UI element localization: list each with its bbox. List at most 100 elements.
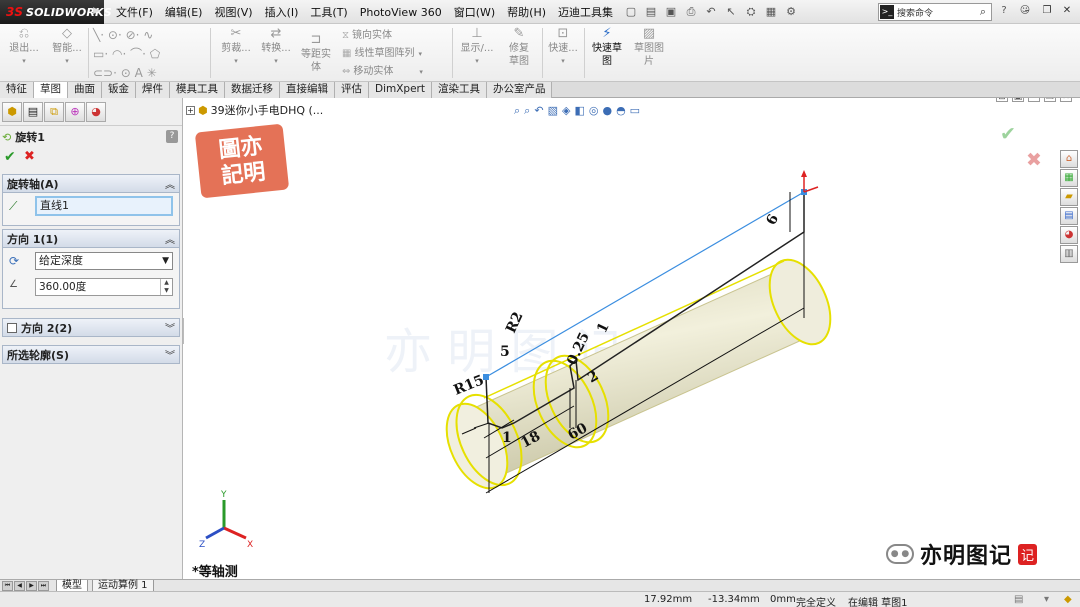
confirm-corner-cancel[interactable]: ✖ [1026, 149, 1042, 171]
display-manager-icon[interactable]: ◕ [86, 101, 106, 122]
graphics-area[interactable]: 亦 明 图 记 6 R2 1 5 0.25 R15 2 1 18 60 Y X … [184, 98, 1080, 579]
dim-5[interactable]: 5 [500, 344, 510, 360]
menu-file[interactable]: 文件(F) [110, 4, 159, 20]
menu-tools[interactable]: 工具(T) [304, 4, 353, 20]
menu-help[interactable]: 帮助(H) [501, 4, 552, 20]
options-icon[interactable]: ⚙ [782, 4, 800, 20]
dropdown-arrow-icon[interactable]: ▼ [162, 253, 169, 269]
next-tab-icon[interactable]: ▶ [26, 581, 37, 591]
tab-mold-tools[interactable]: 模具工具 [170, 82, 225, 98]
status-dropdown-icon[interactable]: ▾ [1044, 594, 1049, 605]
menu-window[interactable]: 窗口(W) [448, 4, 501, 20]
model-viewport[interactable]: 亦 明 图 记 6 R2 1 5 0.25 R15 2 1 18 60 Y X … [184, 98, 1080, 579]
menu-edit[interactable]: 编辑(E) [159, 4, 209, 20]
tab-weldments[interactable]: 焊件 [136, 82, 170, 98]
text-icon[interactable]: A [135, 66, 143, 80]
tab-direct-editing[interactable]: 直接编辑 [280, 82, 335, 98]
search-commands[interactable]: >_ 搜索命令 ⌕ [878, 3, 992, 21]
reverse-direction-icon[interactable]: ⟳ [9, 254, 19, 268]
undo-icon[interactable]: ↶ [702, 4, 720, 20]
property-manager-icon[interactable]: ▤ [23, 101, 43, 122]
previous-view-icon[interactable]: ↶ [534, 104, 543, 118]
offset-entities-button[interactable]: ⊐ 等距实体 [298, 32, 334, 74]
hide-show-icon[interactable]: ◎ [589, 104, 599, 118]
tab-data-migration[interactable]: 数据迁移 [225, 82, 280, 98]
tab-render-tools[interactable]: 渲染工具 [431, 82, 487, 98]
view-palette-icon[interactable]: ▤ [1060, 207, 1078, 225]
line-icon[interactable]: ╲ [93, 28, 100, 42]
fillet-icon[interactable]: ⌒ [130, 47, 142, 61]
first-tab-icon[interactable]: ⏮ [2, 581, 13, 591]
spinner-icon[interactable]: ▲ ▼ [160, 279, 172, 295]
rebuild-icon[interactable]: ⛭ [742, 4, 760, 20]
open-icon[interactable]: ▤ [642, 4, 660, 20]
slot-icon[interactable]: ⊂⊃ [93, 66, 113, 80]
minimize-icon[interactable]: – [1018, 3, 1036, 19]
menu-insert[interactable]: 插入(I) [259, 4, 305, 20]
collapse-icon[interactable]: ︽ [165, 176, 175, 191]
endpoint-marker[interactable] [483, 374, 489, 380]
tab-features[interactable]: 特征 [0, 82, 34, 98]
pm-ok-button[interactable]: ✔ [4, 149, 16, 165]
search-icon[interactable]: ⌕ [975, 5, 991, 19]
polygon-icon[interactable]: ⬠ [150, 47, 160, 61]
collapse-icon[interactable]: ︽ [165, 231, 175, 246]
dim-6[interactable]: 6 [763, 212, 782, 228]
view-settings-icon[interactable]: ▭ [630, 104, 640, 118]
file-props-icon[interactable]: ▦ [762, 4, 780, 20]
tab-surfaces[interactable]: 曲面 [68, 82, 102, 98]
solidworks-resources-icon[interactable]: ⌂ [1060, 150, 1078, 168]
menu-photoview[interactable]: PhotoView 360 [354, 6, 448, 19]
axis-field[interactable]: 直线1 [35, 196, 173, 216]
scene-icon[interactable]: ◓ [616, 104, 626, 118]
exit-sketch-button[interactable]: ⎌ 退出... ▾ [6, 26, 42, 68]
tab-dimxpert[interactable]: DimXpert [369, 82, 432, 98]
custom-properties-icon[interactable]: ▥ [1060, 245, 1078, 263]
menu-maidi[interactable]: 迈迪工具集 [552, 4, 619, 20]
print-icon[interactable]: ⎙ [682, 4, 700, 20]
design-library-icon[interactable]: ▦ [1060, 169, 1078, 187]
new-doc-icon[interactable]: ▢ [622, 4, 640, 20]
appearance-icon[interactable]: ● [602, 104, 612, 118]
dimxpert-manager-icon[interactable]: ⊕ [65, 101, 85, 122]
help-icon[interactable]: ? [995, 3, 1013, 19]
expand-tree-icon[interactable]: + [186, 105, 195, 115]
rapid-sketch-button[interactable]: ⚡ 快速草图 [588, 26, 626, 68]
file-explorer-icon[interactable]: ▰ [1060, 188, 1078, 206]
ellipse-icon[interactable]: ⊙ [121, 66, 131, 80]
repair-sketch-button[interactable]: ✎ 修复草图 [500, 26, 538, 68]
linear-pattern-button[interactable]: ▦ 线性草图阵列 ▾ [342, 44, 422, 59]
viewport-restore-icon[interactable]: ▣ [1012, 98, 1024, 102]
select-icon[interactable]: ↖ [722, 4, 740, 20]
angle-field[interactable]: 360.00度 ▲ ▼ [35, 278, 173, 296]
tab-sheet-metal[interactable]: 钣金 [102, 82, 136, 98]
status-units-icon[interactable]: ▤ [1014, 594, 1023, 605]
rectangle-icon[interactable]: ▭ [93, 47, 104, 61]
selected-contours-header[interactable]: 所选轮廓(S) ︾ [3, 346, 179, 364]
axis-group-header[interactable]: 旋转轴(A) ︽ [3, 175, 179, 193]
smart-dimension-button[interactable]: ◇ 智能... ▾ [48, 26, 86, 68]
tab-office-products[interactable]: 办公室产品 [486, 82, 553, 98]
solidworks-logo[interactable]: 3S SOLIDWORKS ▶ [0, 0, 112, 24]
configuration-manager-icon[interactable]: ⧉ [44, 101, 64, 122]
feature-manager-icon[interactable]: ⬢ [2, 101, 22, 122]
arc-icon[interactable]: ◠ [112, 47, 122, 61]
point-icon[interactable]: ✳ [147, 66, 157, 80]
mirror-entities-button[interactable]: ⧖ 镜向实体 [342, 26, 392, 41]
dim-1b[interactable]: 1 [502, 430, 512, 446]
view-orientation-icon[interactable]: ◈ [562, 104, 570, 118]
direction1-header[interactable]: 方向 1(1) ︽ [3, 230, 179, 248]
section-view-icon[interactable]: ▧ [548, 104, 558, 118]
pm-cancel-button[interactable]: ✖ [24, 149, 35, 164]
search-input[interactable]: 搜索命令 [897, 6, 975, 19]
circle-icon[interactable]: ⊙ [108, 28, 118, 42]
viewport-close-icon[interactable]: ✕ [1060, 98, 1072, 102]
split-view-icon[interactable]: ⊞ [996, 98, 1008, 102]
pm-help-button[interactable]: ? [166, 130, 178, 143]
status-tag-icon[interactable]: ◆ [1064, 594, 1072, 605]
zoom-area-icon[interactable]: ⌕ [524, 104, 530, 118]
direction2-header[interactable]: 方向 2(2) ︾ [3, 319, 179, 337]
logo-menu-arrow-icon[interactable]: ▶ [93, 6, 100, 16]
expand-icon[interactable]: ︾ [165, 347, 175, 362]
appearances-icon[interactable]: ◕ [1060, 226, 1078, 244]
